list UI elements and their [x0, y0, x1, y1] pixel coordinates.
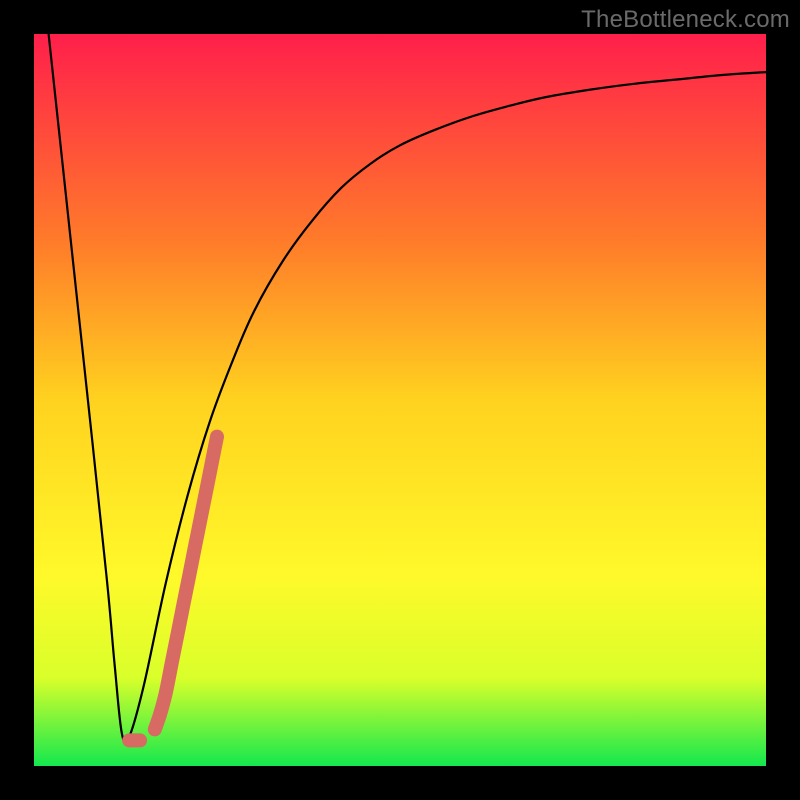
watermark-text: TheBottleneck.com [581, 6, 790, 34]
chart-svg [34, 34, 766, 766]
gradient-background [34, 34, 766, 766]
plot-area [34, 34, 766, 766]
chart-frame: TheBottleneck.com [0, 0, 800, 800]
